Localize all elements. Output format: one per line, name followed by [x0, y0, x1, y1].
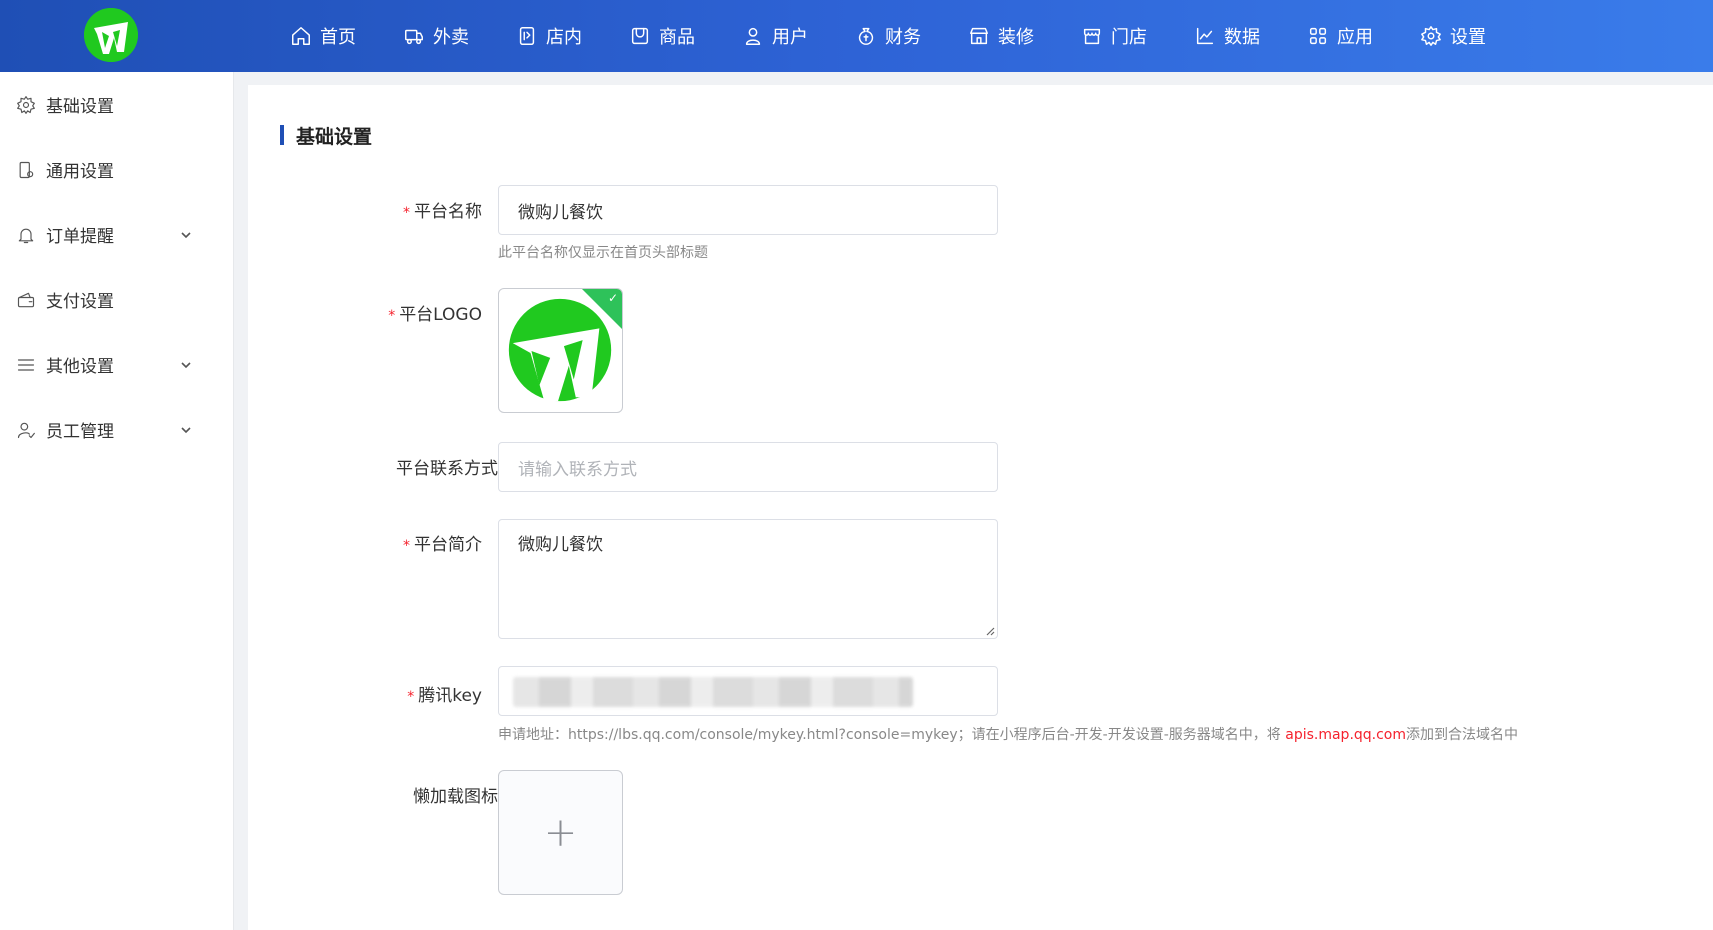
check-icon: ✓ [607, 291, 618, 305]
sidebar-item-label: 员工管理 [46, 422, 114, 442]
nav-item-goods[interactable]: 商品 [629, 0, 695, 72]
sidebar-item-basic-settings[interactable]: 基础设置 [0, 72, 234, 137]
chevron-down-icon [181, 361, 191, 368]
hint-text: 申请地址：https://lbs.qq.com/console/mykey.ht… [498, 727, 1286, 743]
nav-item-home[interactable]: 首页 [290, 0, 356, 72]
sidebar-item-label: 基础设置 [46, 97, 114, 117]
nav-label: 财务 [885, 27, 921, 48]
top-navigation-bar: 首页 外卖 店内 商品 用户 财务 装修 门店 数据 应用 设置 [0, 0, 1713, 72]
decoration-icon [970, 27, 988, 45]
gear-icon [17, 95, 35, 114]
label-text: 腾讯key [418, 686, 482, 706]
apps-icon [1309, 27, 1327, 45]
redacted-key-value [513, 677, 913, 707]
platform-intro-textarea[interactable]: 微购儿餐饮 [498, 519, 998, 639]
page-title: 基础设置 [296, 125, 373, 148]
settings-panel: 基础设置 * 平台名称 微购儿餐饮 此平台名称仅显示在首页头部标题 * 平台LOGO… [248, 85, 1713, 930]
nav-label: 店内 [546, 27, 582, 48]
finance-icon [858, 27, 874, 45]
platform-logo-label: * 平台LOGO [182, 300, 482, 325]
goods-icon [631, 27, 649, 45]
user-icon [745, 27, 761, 45]
sidebar-item-general-settings[interactable]: 通用设置 [0, 137, 234, 202]
input-placeholder: 请输入联系方式 [518, 459, 637, 480]
label-text: 懒加载图标 [413, 787, 498, 807]
takeout-icon [405, 29, 423, 45]
chevron-down-icon [181, 426, 191, 433]
required-mark: * [388, 308, 396, 324]
wallet-icon [17, 292, 35, 307]
dine-in-icon [519, 27, 535, 45]
textarea-value: 微购儿餐饮 [518, 535, 603, 555]
nav-item-dine-in[interactable]: 店内 [516, 0, 582, 72]
title-accent-bar [280, 125, 284, 145]
tencent-key-hint: 申请地址：https://lbs.qq.com/console/mykey.ht… [498, 724, 1518, 744]
resize-handle-icon[interactable] [985, 626, 995, 636]
nav-label: 外卖 [433, 27, 469, 48]
chevron-down-icon [181, 231, 191, 238]
tencent-key-input[interactable] [498, 666, 998, 716]
platform-intro-label: * 平台简介 [182, 530, 482, 555]
w-logo[interactable] [84, 8, 138, 62]
nav-item-data[interactable]: 数据 [1194, 0, 1260, 72]
nav-item-store[interactable]: 门店 [1081, 0, 1147, 72]
nav-label: 数据 [1224, 27, 1260, 48]
hint-text: 添加到合法域名中 [1406, 727, 1519, 743]
lazy-icon-upload[interactable]: + [498, 770, 623, 895]
store-icon [1083, 28, 1101, 45]
required-mark: * [403, 538, 410, 554]
required-mark: * [403, 205, 410, 221]
nav-item-user[interactable]: 用户 [742, 0, 808, 72]
sidebar-item-label: 订单提醒 [46, 227, 114, 247]
sidebar-item-label: 支付设置 [46, 292, 114, 312]
nav-item-finance[interactable]: 财务 [855, 0, 921, 72]
hint-domain: apis.map.qq.com [1285, 727, 1407, 743]
label-text: 平台名称 [414, 202, 482, 222]
nav-label: 应用 [1337, 27, 1373, 48]
bell-icon [18, 228, 34, 243]
sidebar-item-label: 通用设置 [46, 162, 114, 182]
plus-icon: + [543, 809, 578, 856]
input-value: 微购儿餐饮 [518, 202, 603, 223]
menu-lines-icon [17, 358, 35, 371]
label-text: 平台简介 [414, 535, 482, 555]
tencent-key-label: * 腾讯key [182, 681, 482, 706]
lazy-icon-label: 懒加载图标 [198, 782, 498, 807]
nav-item-apps[interactable]: 应用 [1307, 0, 1373, 72]
nav-item-decoration[interactable]: 装修 [968, 0, 1034, 72]
label-text: 平台联系方式 [396, 459, 498, 479]
nav-item-takeout[interactable]: 外卖 [403, 0, 469, 72]
gear-icon [1421, 26, 1441, 46]
sidebar-item-label: 其他设置 [46, 357, 114, 377]
label-text: 平台LOGO [399, 305, 482, 325]
staff-icon [17, 422, 35, 438]
required-mark: * [407, 689, 415, 705]
nav-label: 装修 [998, 27, 1034, 48]
platform-logo-upload[interactable]: ✓ [498, 288, 623, 413]
section-title: 基础设置 [280, 123, 373, 148]
platform-contact-label: 平台联系方式 [198, 454, 498, 479]
nav-label: 首页 [320, 27, 356, 48]
nav-label: 门店 [1111, 27, 1147, 48]
sidebar-item-other-settings[interactable]: 其他设置 [0, 332, 234, 397]
sidebar-item-staff-management[interactable]: 员工管理 [0, 397, 234, 462]
platform-name-hint: 此平台名称仅显示在首页头部标题 [498, 245, 708, 261]
nav-item-settings[interactable]: 设置 [1420, 0, 1486, 72]
nav-label: 用户 [772, 27, 808, 48]
nav-label: 设置 [1450, 27, 1486, 48]
home-icon [292, 27, 310, 45]
chart-icon [1196, 27, 1214, 45]
nav-label: 商品 [659, 27, 695, 48]
platform-name-label: * 平台名称 [182, 197, 482, 222]
phone-settings-icon [19, 161, 34, 178]
platform-contact-input[interactable]: 请输入联系方式 [498, 442, 998, 492]
main-nav: 首页 外卖 店内 商品 用户 财务 装修 门店 数据 应用 设置 [290, 0, 1533, 72]
platform-name-input[interactable]: 微购儿餐饮 [498, 185, 998, 235]
